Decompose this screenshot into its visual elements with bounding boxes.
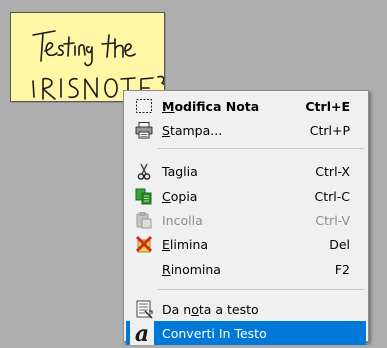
menu-separator	[158, 148, 364, 149]
sticky-note[interactable]	[10, 12, 165, 102]
svg-text:a: a	[135, 321, 149, 345]
copy-icon	[134, 186, 154, 206]
menu-item-shortcut: Del	[329, 237, 350, 252]
menu-item-shortcut: Ctrl+P	[309, 123, 350, 138]
menu-item-taglia[interactable]: Taglia Ctrl-X	[126, 159, 366, 183]
menu-item-shortcut: F2	[334, 262, 350, 277]
handwriting-image	[32, 30, 164, 100]
workspace: Modifica Nota Ctrl+E Stampa... Ctrl+P Ta…	[0, 0, 387, 347]
menu-item-label: Taglia	[162, 164, 198, 179]
note-to-text-icon	[134, 299, 154, 319]
select-rectangle-icon	[134, 96, 154, 116]
menu-item-modifica-nota[interactable]: Modifica Nota Ctrl+E	[126, 94, 366, 118]
menu-item-elimina[interactable]: Elimina Del	[126, 232, 366, 256]
menu-item-label: Rinomina	[162, 262, 221, 277]
menu-item-converti-in-testo[interactable]: a Converti In Testo	[126, 321, 366, 347]
printer-icon	[134, 120, 154, 140]
paste-icon	[134, 210, 154, 230]
menu-item-label: Elimina	[162, 237, 209, 252]
menu-item-label: Da nota a testo	[162, 302, 259, 317]
menu-item-rinomina[interactable]: Rinomina F2	[126, 257, 366, 281]
context-menu: Modifica Nota Ctrl+E Stampa... Ctrl+P Ta…	[123, 90, 369, 347]
menu-item-copia[interactable]: Copia Ctrl-C	[126, 184, 366, 208]
menu-item-da-nota-a-testo[interactable]: Da nota a testo	[126, 297, 366, 321]
scissors-icon	[134, 161, 154, 181]
menu-item-shortcut: Ctrl-C	[314, 189, 350, 204]
menu-item-label: Incolla	[162, 213, 203, 228]
menu-item-label: Converti In Testo	[162, 326, 267, 341]
menu-separator	[158, 289, 364, 290]
menu-item-incolla[interactable]: Incolla Ctrl-V	[126, 208, 366, 232]
menu-item-label: Modifica Nota	[162, 99, 260, 114]
menu-item-shortcut: Ctrl+E	[305, 99, 350, 114]
delete-x-icon	[134, 234, 154, 254]
menu-item-shortcut: Ctrl-X	[315, 164, 350, 179]
menu-item-stampa[interactable]: Stampa... Ctrl+P	[126, 118, 366, 142]
menu-item-label: Copia	[162, 189, 198, 204]
menu-item-shortcut: Ctrl-V	[315, 213, 350, 228]
menu-item-label: Stampa...	[162, 123, 223, 138]
script-a-icon: a	[130, 321, 154, 347]
